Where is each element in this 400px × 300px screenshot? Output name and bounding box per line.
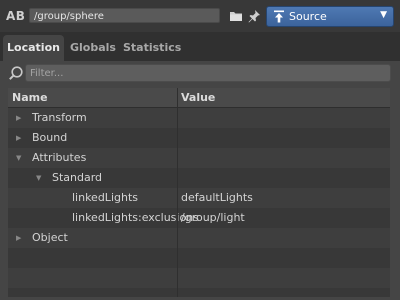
- source-label: Source: [289, 10, 327, 23]
- source-icon: [274, 10, 284, 23]
- toolbar: AB /group/sphere Source ▼: [0, 0, 400, 32]
- filter-input[interactable]: [25, 64, 391, 82]
- table-row[interactable]: ▼ Standard: [8, 168, 390, 188]
- expand-arrow-icon[interactable]: ▶: [16, 108, 21, 128]
- location-panel: Name Value ▶ Transform ▶ Bound ▼ Attribu…: [0, 61, 400, 300]
- row-name: Attributes: [32, 151, 87, 164]
- row-value: defaultLights: [181, 191, 253, 204]
- ab-label: AB: [6, 9, 26, 23]
- column-divider[interactable]: [177, 88, 178, 297]
- row-name: Bound: [32, 131, 68, 144]
- row-name: linkedLights: [72, 191, 138, 204]
- table-row-empty: [8, 268, 390, 288]
- pin-icon[interactable]: [247, 9, 261, 23]
- row-value: /group/light: [181, 211, 245, 224]
- tab-globals[interactable]: Globals: [66, 35, 120, 61]
- row-name: Object: [32, 231, 68, 244]
- search-icon: [9, 66, 23, 80]
- chevron-down-icon: ▼: [380, 10, 387, 20]
- table-header: Name Value: [8, 88, 390, 108]
- row-name: Standard: [52, 171, 103, 184]
- table-row-empty: [8, 288, 390, 297]
- expand-arrow-icon[interactable]: ▶: [16, 128, 21, 148]
- table-row[interactable]: ▼ Attributes: [8, 148, 390, 168]
- attributes-table: Name Value ▶ Transform ▶ Bound ▼ Attribu…: [8, 88, 390, 297]
- table-row[interactable]: ▶ Transform: [8, 108, 390, 128]
- tab-location[interactable]: Location: [3, 35, 64, 61]
- collapse-arrow-icon[interactable]: ▼: [16, 148, 21, 168]
- tab-bar: Location Globals Statistics: [0, 35, 400, 61]
- column-header-value[interactable]: Value: [181, 88, 215, 107]
- tab-statistics[interactable]: Statistics: [123, 35, 181, 61]
- collapse-arrow-icon[interactable]: ▼: [36, 168, 41, 188]
- table-row[interactable]: ▶ Object: [8, 228, 390, 248]
- folder-icon[interactable]: [229, 9, 243, 23]
- column-header-name[interactable]: Name: [12, 88, 48, 107]
- table-row[interactable]: linkedLights defaultLights: [8, 188, 390, 208]
- location-path-field[interactable]: /group/sphere: [29, 8, 220, 23]
- row-name: Transform: [32, 111, 87, 124]
- table-row[interactable]: ▶ Bound: [8, 128, 390, 148]
- table-row-empty: [8, 248, 390, 268]
- expand-arrow-icon[interactable]: ▶: [16, 228, 21, 248]
- source-dropdown[interactable]: Source ▼: [266, 6, 394, 27]
- table-row[interactable]: linkedLights:exclusions /group/light: [8, 208, 390, 228]
- row-name: linkedLights:exclusions: [72, 211, 199, 224]
